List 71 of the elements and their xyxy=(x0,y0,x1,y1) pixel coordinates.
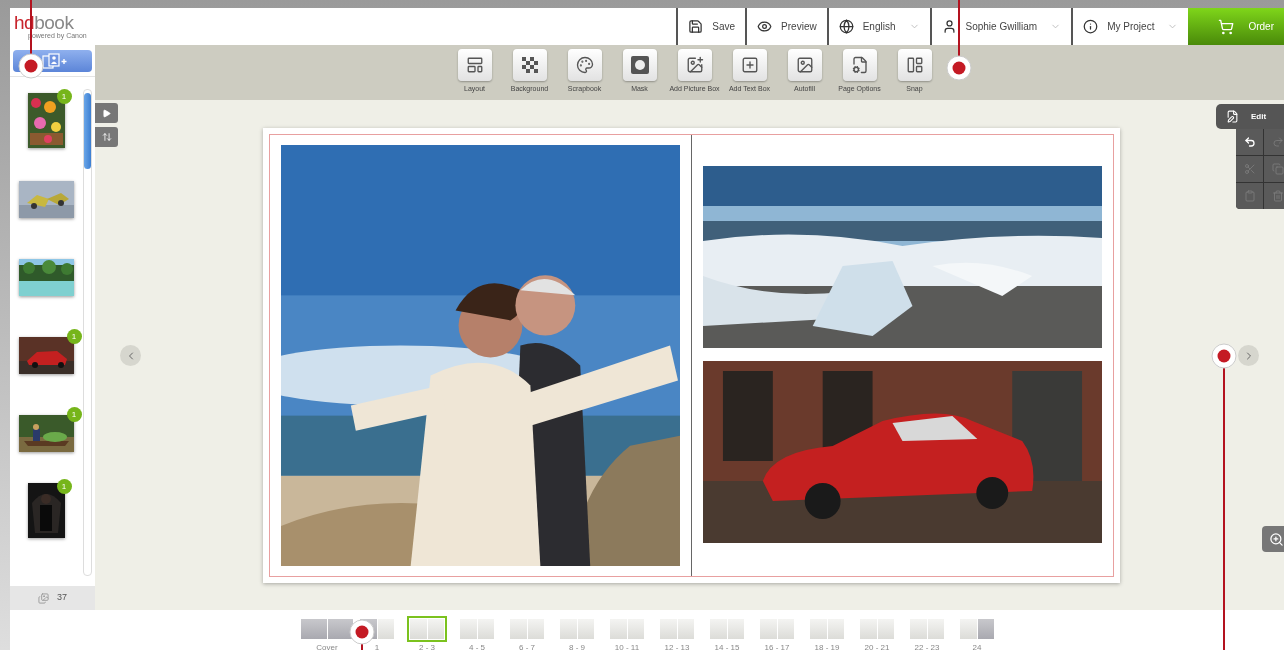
page-thumbnail[interactable] xyxy=(907,616,947,642)
tool-button[interactable] xyxy=(732,49,767,81)
tool-button[interactable] xyxy=(897,49,932,81)
previous-page-button[interactable] xyxy=(120,345,141,366)
page-label: Cover xyxy=(316,642,338,650)
edit-icon xyxy=(1226,110,1239,123)
page-label: 12 - 13 xyxy=(664,642,690,650)
page-label: 1 xyxy=(374,642,380,650)
tool-button[interactable] xyxy=(567,49,602,81)
user-icon xyxy=(941,19,957,34)
photo-thumbnail[interactable] xyxy=(19,337,74,374)
page-label: 22 - 23 xyxy=(914,642,940,650)
photos-icon xyxy=(38,592,49,604)
photo-thumbnail[interactable] xyxy=(19,259,74,296)
text-box-icon xyxy=(740,56,759,74)
globe-icon xyxy=(838,19,854,34)
cart-icon xyxy=(1218,18,1235,35)
edit-panel-header: Edit xyxy=(1216,104,1284,129)
photo-thumbnail[interactable] xyxy=(28,483,65,538)
photo-thumbnail[interactable] xyxy=(19,181,74,218)
photo-count: 37 xyxy=(57,591,67,605)
page-thumbnail[interactable] xyxy=(298,616,356,642)
mask-icon xyxy=(630,56,649,74)
save-icon xyxy=(688,19,704,34)
page-label: 2 - 3 xyxy=(419,642,435,650)
page-label: 14 - 15 xyxy=(714,642,740,650)
zoom-button[interactable] xyxy=(1262,526,1284,552)
photo-thumbnail[interactable] xyxy=(28,93,65,148)
page-thumbnail[interactable] xyxy=(507,616,547,642)
page-gear-icon xyxy=(850,56,869,74)
page-thumbnail[interactable] xyxy=(457,616,497,642)
palette-icon xyxy=(575,56,594,74)
page-thumbnail[interactable] xyxy=(657,616,697,642)
page-thumbnail[interactable] xyxy=(557,616,597,642)
page-label: 10 - 11 xyxy=(614,642,640,650)
tool-button[interactable] xyxy=(842,49,877,81)
page-label: 6 - 7 xyxy=(519,642,535,650)
expand-button[interactable] xyxy=(95,103,118,123)
page-thumbnail[interactable] xyxy=(607,616,647,642)
page-label: 18 - 19 xyxy=(814,642,840,650)
tool-button[interactable] xyxy=(622,49,657,81)
page-label: 8 - 9 xyxy=(569,642,585,650)
page-label: 4 - 5 xyxy=(469,642,485,650)
next-page-button[interactable] xyxy=(1238,345,1259,366)
sort-icon xyxy=(101,132,112,142)
image-plus-icon xyxy=(685,56,704,74)
snap-icon xyxy=(905,56,924,74)
checker-icon xyxy=(521,57,538,73)
eye-icon xyxy=(757,19,773,34)
page-thumbnail[interactable] xyxy=(707,616,747,642)
page-label: 24 xyxy=(972,642,982,650)
info-icon xyxy=(1083,19,1099,34)
page-thumbnail[interactable] xyxy=(407,616,447,642)
layout-icon xyxy=(465,56,484,74)
photo-thumbnail[interactable] xyxy=(19,415,74,452)
tool-button[interactable] xyxy=(512,49,547,81)
zoom-in-icon xyxy=(1268,531,1284,547)
tool-button[interactable] xyxy=(457,49,492,81)
image-icon xyxy=(795,56,814,74)
scrollbar[interactable] xyxy=(83,89,92,576)
page-thumbnail[interactable] xyxy=(957,616,997,642)
page-thumbnail[interactable] xyxy=(857,616,897,642)
sort-button[interactable] xyxy=(95,127,118,147)
page-label: 20 - 21 xyxy=(864,642,890,650)
tool-button[interactable] xyxy=(677,49,712,81)
play-icon xyxy=(102,108,111,118)
page-label: 16 - 17 xyxy=(764,642,790,650)
page-thumbnail[interactable] xyxy=(807,616,847,642)
page-thumbnail[interactable] xyxy=(757,616,797,642)
edit-tool-button[interactable] xyxy=(1236,129,1263,155)
tool-button[interactable] xyxy=(787,49,822,81)
